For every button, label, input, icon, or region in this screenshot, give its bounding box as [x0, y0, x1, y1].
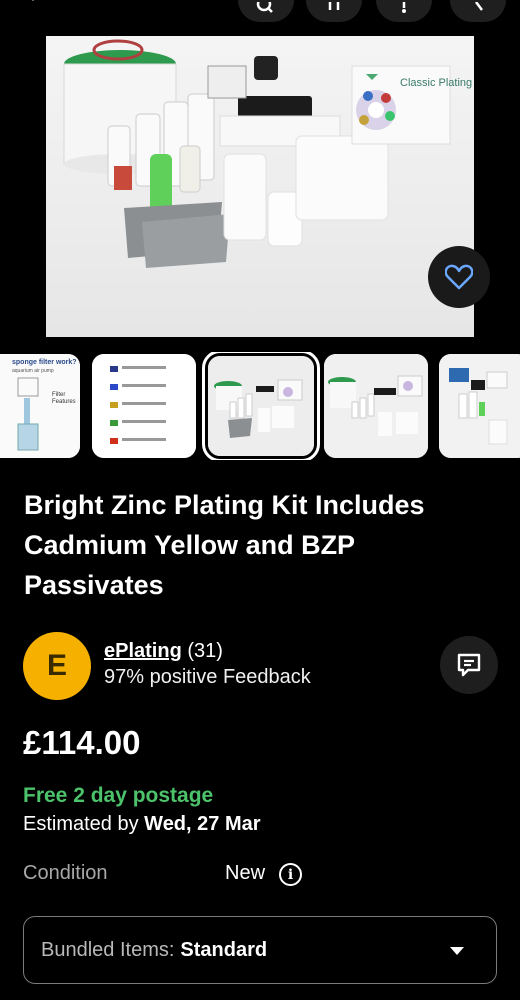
thumbnail-3-selected[interactable]	[202, 352, 320, 460]
seller-name-link[interactable]: ePlating	[104, 640, 182, 662]
thumbnail-1-label-2: Features	[52, 399, 76, 405]
postage-info: Free 2 day postage	[23, 784, 214, 807]
share-button[interactable]	[306, 0, 362, 22]
product-photo: Classic Plating	[63, 39, 472, 268]
thumbnail-3-image	[208, 356, 314, 456]
thumbnail-2[interactable]	[92, 354, 196, 458]
cart-button[interactable]	[376, 0, 432, 22]
contact-seller-button[interactable]	[440, 636, 498, 694]
chevron-down-icon	[450, 947, 464, 955]
thumbnail-1-label-1: Filter	[52, 392, 65, 398]
heart-icon	[445, 264, 473, 290]
bundled-items-select[interactable]: Bundled Items: Standard	[23, 916, 497, 984]
thumbnail-1-image: sponge filter work? aquarium air pump Fi…	[0, 354, 80, 458]
cart-icon	[402, 2, 406, 13]
thumbnail-strip[interactable]: sponge filter work? aquarium air pump Fi…	[0, 352, 520, 460]
thumbnail-1-title: sponge filter work?	[12, 359, 77, 366]
product-image[interactable]: Classic Plating	[46, 36, 474, 337]
search-button[interactable]	[238, 0, 294, 22]
info-icon[interactable]: i	[279, 863, 302, 886]
thumbnail-4[interactable]	[324, 354, 428, 458]
delivery-estimate: Estimated by Wed, 27 Mar	[23, 813, 261, 836]
seller-info: ePlating (31)	[104, 640, 223, 663]
more-button[interactable]	[450, 0, 506, 22]
bundled-items-value: Standard	[180, 938, 268, 961]
search-icon	[256, 2, 273, 13]
delivery-estimate-prefix: Estimated by	[23, 813, 145, 835]
watch-button[interactable]	[428, 246, 490, 308]
listing-title: Bright Zinc Plating Kit Includes Cadmium…	[24, 490, 425, 600]
thumbnail-5-image	[439, 354, 520, 458]
condition-value: New	[225, 862, 266, 884]
more-icon	[475, 2, 483, 11]
thumbnail-5[interactable]	[439, 354, 520, 458]
bundled-items-label: Bundled Items:	[41, 938, 175, 961]
thumbnail-1[interactable]: sponge filter work? aquarium air pump Fi…	[0, 354, 80, 458]
seller-feedback-percent: 97% positive Feedback	[104, 666, 311, 688]
condition-label: Condition	[23, 862, 108, 884]
thumbnail-2-image	[92, 354, 196, 458]
booklet-brand-text: Classic Plating	[400, 77, 472, 89]
top-bar	[0, 0, 520, 36]
message-icon	[457, 653, 481, 677]
seller-avatar[interactable]: E	[23, 632, 91, 700]
seller-feedback-count: (31)	[181, 640, 223, 662]
delivery-date: Wed, 27 Mar	[144, 813, 261, 835]
seller-initial: E	[46, 649, 67, 682]
share-icon	[328, 2, 340, 10]
back-icon[interactable]	[23, 0, 43, 1]
thumbnail-4-image	[324, 354, 428, 458]
thumbnail-1-subtitle: aquarium air pump	[12, 368, 54, 374]
item-price: £114.00	[23, 724, 141, 761]
